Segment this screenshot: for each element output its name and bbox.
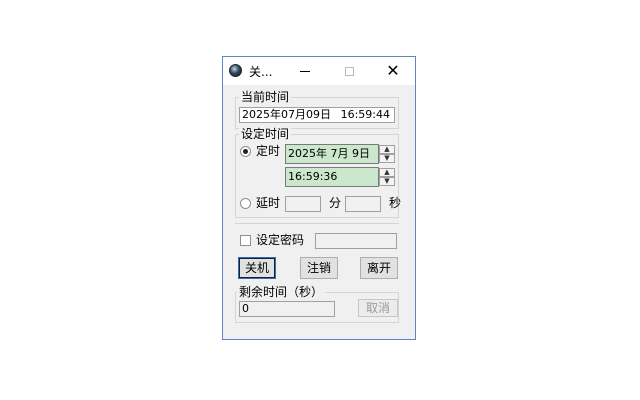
scheduled-label[interactable]: 定时 [256,144,280,158]
time-picker-value: 16:59:36 [288,170,338,183]
seconds-unit-label: 秒 [389,196,402,210]
logoff-button[interactable]: 注销 [300,257,338,279]
date-picker-value: 2025年 7月 9日 [288,147,370,160]
cancel-button: 取消 [358,299,398,317]
exit-button[interactable]: 离开 [360,257,398,279]
remaining-legend: 剩余时间（秒） [237,285,326,299]
set-time-legend: 设定时间 [239,127,292,141]
window-title: 关... [249,65,273,79]
app-window: 关... ✕ 当前时间 2025年07月09日 16:59:44 设定时间 定时… [222,56,416,340]
delay-radio[interactable] [240,198,251,209]
current-time-legend: 当前时间 [239,90,292,104]
minimize-button[interactable] [283,57,327,85]
maximize-button [327,57,371,85]
minutes-unit-label: 分 [329,196,342,210]
delay-label[interactable]: 延时 [256,196,280,210]
delay-minutes-input[interactable] [285,196,321,212]
current-time-display: 2025年07月09日 16:59:44 [239,107,395,123]
app-icon[interactable] [229,64,242,77]
current-time-text: 16:59:44 [340,108,390,121]
maximize-icon [344,66,354,76]
remaining-value: 0 [242,302,249,315]
date-spinner[interactable]: ▲ ▼ [379,145,395,163]
title-bar[interactable]: 关... ✕ [223,57,415,85]
time-picker[interactable]: 16:59:36 [285,167,379,187]
remaining-display: 0 [239,301,335,317]
shutdown-button[interactable]: 关机 [238,257,276,279]
spin-down-icon[interactable]: ▼ [379,154,395,163]
current-date-text: 2025年07月09日 [242,108,331,121]
password-checkbox[interactable] [240,235,251,246]
spin-up-icon[interactable]: ▲ [379,168,395,177]
scheduled-radio[interactable] [240,146,251,157]
password-label[interactable]: 设定密码 [256,233,304,247]
close-button[interactable]: ✕ [371,57,415,85]
divider [235,223,399,224]
password-input[interactable] [315,233,397,249]
time-spinner[interactable]: ▲ ▼ [379,168,395,186]
spin-up-icon[interactable]: ▲ [379,145,395,154]
date-picker[interactable]: 2025年 7月 9日 [285,144,379,164]
spin-down-icon[interactable]: ▼ [379,177,395,186]
close-icon: ✕ [386,61,400,80]
delay-seconds-input[interactable] [345,196,381,212]
minimize-icon [300,70,310,72]
